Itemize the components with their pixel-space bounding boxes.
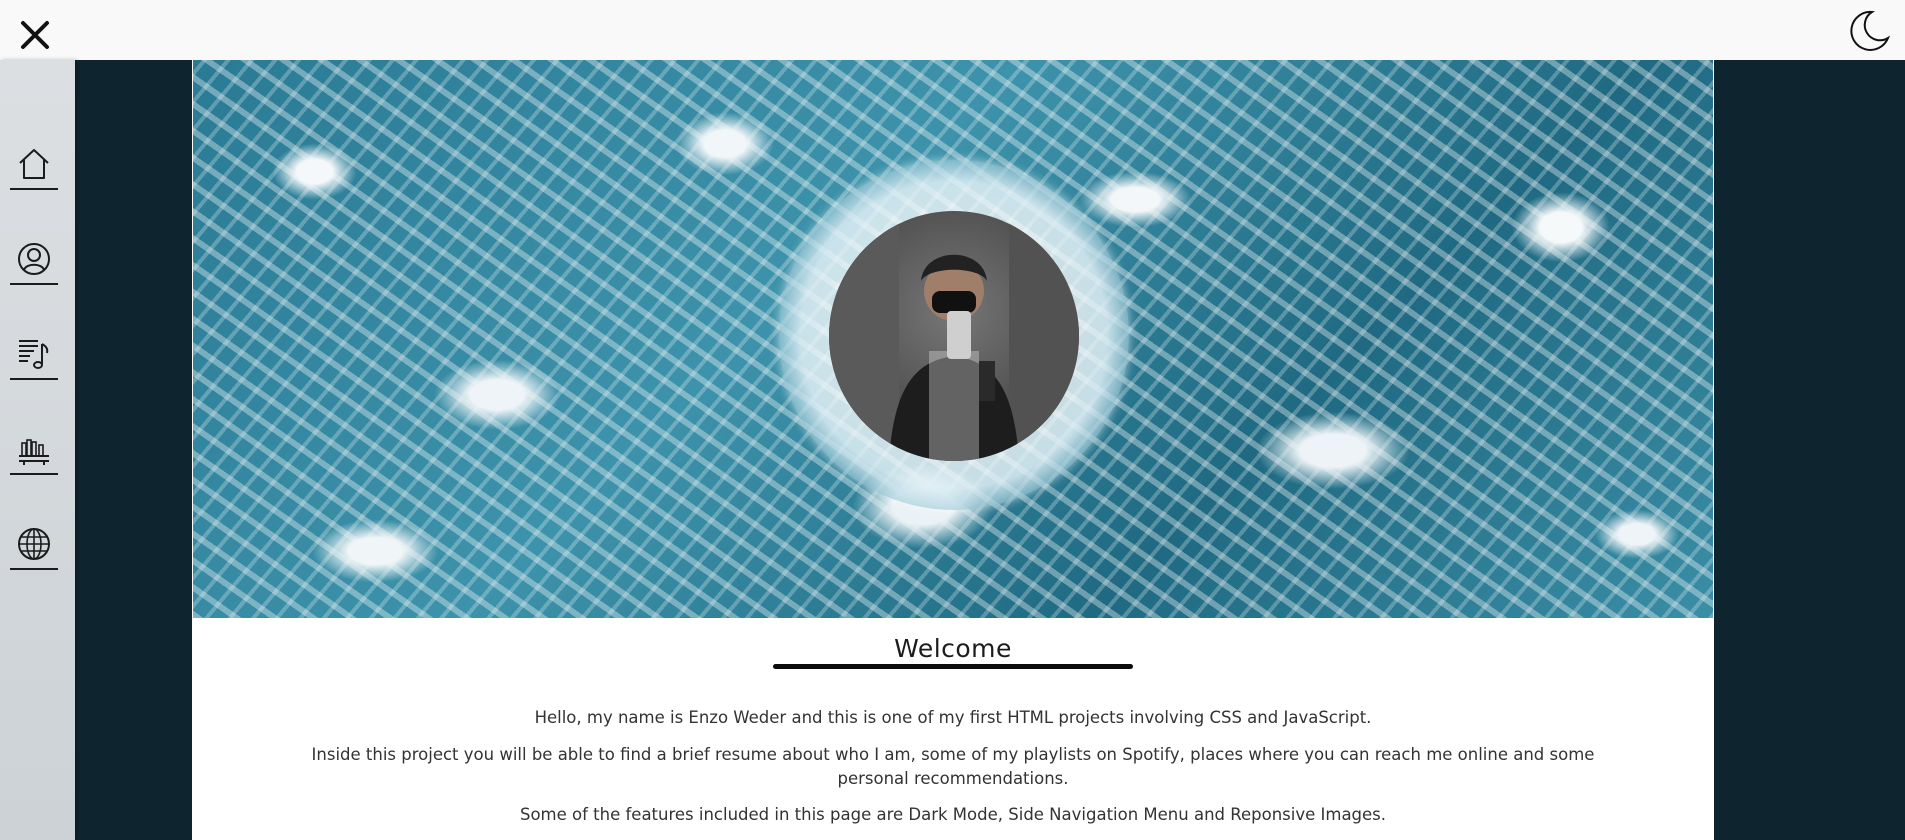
profile-photo — [829, 211, 1079, 461]
close-button[interactable] — [14, 14, 56, 56]
description-paragraph: Inside this project you will be able to … — [311, 745, 1595, 788]
side-navigation — [0, 60, 75, 840]
nav-item-social[interactable] — [10, 520, 58, 570]
globe-icon — [18, 528, 50, 560]
close-icon — [21, 21, 49, 49]
title-underline — [773, 664, 1133, 669]
features-paragraph: Some of the features included in this pa… — [519, 805, 1387, 824]
avatar — [829, 211, 1079, 461]
hero-banner — [193, 60, 1713, 618]
bookshelf-icon — [19, 439, 49, 465]
nav-item-home[interactable] — [10, 140, 58, 190]
home-icon — [19, 149, 49, 179]
nav-item-recommendations[interactable] — [10, 425, 58, 475]
nav-item-about[interactable] — [10, 235, 58, 285]
moon-icon — [1850, 10, 1891, 51]
music-list-icon — [19, 340, 49, 369]
user-icon — [18, 243, 50, 275]
nav-item-playlists[interactable] — [10, 330, 58, 380]
top-bar — [0, 0, 1905, 60]
main-content: Welcome Hello, my name is Enzo Weder and… — [192, 60, 1714, 840]
dark-mode-toggle[interactable] — [1846, 8, 1892, 54]
page-title: Welcome — [894, 634, 1012, 663]
intro-paragraph: Hello, my name is Enzo Weder and this is… — [534, 708, 1372, 727]
